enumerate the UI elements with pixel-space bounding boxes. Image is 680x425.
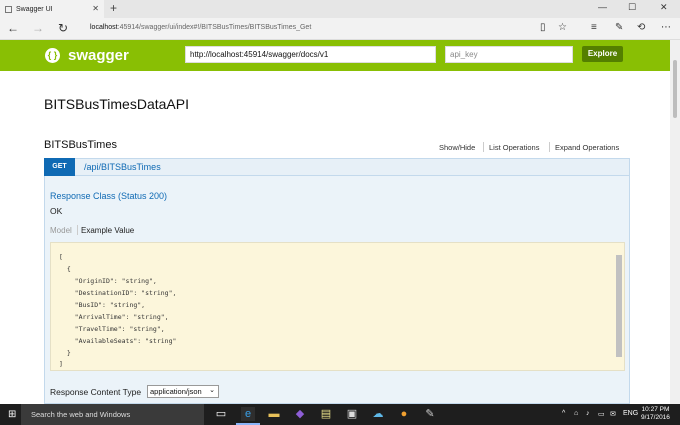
- snippet-scrollbar-thumb[interactable]: [616, 255, 622, 357]
- taskbar-search-box[interactable]: Search the web and Windows: [21, 404, 204, 425]
- more-icon[interactable]: ⋯: [661, 22, 671, 33]
- maximize-button[interactable]: ☐: [628, 2, 636, 13]
- api-title: BITSBusTimesDataAPI: [44, 96, 189, 112]
- response-status-text: OK: [50, 206, 63, 216]
- resource-name[interactable]: BITSBusTimes: [44, 139, 117, 151]
- windows-start-icon[interactable]: ⊞: [8, 409, 16, 420]
- code-line: "AvailableSeats": "string": [59, 337, 177, 345]
- refresh-icon[interactable]: ↻: [58, 21, 68, 35]
- task-view-icon[interactable]: ▭: [214, 407, 228, 421]
- hub-icon[interactable]: ≡: [591, 22, 597, 33]
- tab-divider: [77, 225, 78, 235]
- example-value-tab[interactable]: Example Value: [81, 226, 134, 235]
- clock-date: 9/17/2016: [641, 414, 670, 421]
- code-line: "TravelTime": "string",: [59, 325, 165, 333]
- tool-app-icon[interactable]: ✎: [423, 407, 437, 421]
- notes-app-icon[interactable]: ▤: [319, 407, 333, 421]
- swagger-brand[interactable]: swagger: [68, 47, 129, 64]
- code-line: }: [59, 349, 71, 357]
- file-explorer-icon[interactable]: ▬: [267, 407, 281, 421]
- code-line: [: [59, 253, 63, 261]
- http-method-badge[interactable]: GET: [44, 158, 75, 176]
- page-icon: [5, 5, 12, 13]
- list-operations-link[interactable]: List Operations: [489, 143, 539, 152]
- page-scrollbar[interactable]: [670, 40, 680, 404]
- address-bar[interactable]: localhost:45914/swagger/ui/index#!/BITSB…: [90, 24, 311, 31]
- url-path: :45914/swagger/ui/index#!/BITSBusTimes/B…: [117, 24, 312, 31]
- ops-divider: [483, 142, 484, 152]
- code-line: "BusID": "string",: [59, 301, 146, 309]
- network-icon[interactable]: ⌂: [574, 410, 578, 417]
- taskbar-clock[interactable]: 10:27 PM 9/17/2016: [641, 406, 670, 422]
- web-note-icon[interactable]: ✎: [615, 22, 623, 33]
- code-line: "OriginID": "string",: [59, 277, 157, 285]
- tab-title: Swagger UI: [16, 5, 53, 13]
- close-tab-icon[interactable]: ✕: [92, 4, 99, 13]
- new-tab-button[interactable]: +: [110, 1, 117, 15]
- response-content-type-select[interactable]: application/json ⌄: [147, 385, 219, 398]
- reading-view-icon[interactable]: ▯: [540, 22, 546, 33]
- model-tab[interactable]: Model: [50, 226, 72, 235]
- firefox-icon[interactable]: ●: [397, 407, 411, 421]
- code-line: ]: [59, 360, 63, 368]
- api-key-input[interactable]: api_key: [445, 46, 573, 63]
- tray-chevron-icon[interactable]: ^: [562, 410, 565, 417]
- operation-path[interactable]: /api/BITSBusTimes: [84, 162, 161, 172]
- snippet-scrollbar[interactable]: [616, 247, 622, 367]
- edge-browser-icon[interactable]: e: [241, 407, 255, 421]
- code-line: "ArrivalTime": "string",: [59, 313, 169, 321]
- minimize-button[interactable]: —: [598, 2, 607, 12]
- windows-taskbar: ⊞ Search the web and Windows ▭ e ▬ ◆ ▤ ▣…: [0, 404, 680, 425]
- language-indicator[interactable]: ENG: [623, 410, 638, 417]
- browser-tab[interactable]: Swagger UI ✕: [0, 0, 104, 18]
- example-value-snippet[interactable]: [ { "OriginID": "string", "DestinationID…: [50, 242, 625, 371]
- clock-time: 10:27 PM: [641, 406, 670, 413]
- ops-divider: [549, 142, 550, 152]
- spec-url-input[interactable]: http://localhost:45914/swagger/docs/v1: [185, 46, 436, 63]
- explore-button[interactable]: Explore: [582, 46, 623, 62]
- message-icon[interactable]: ✉: [610, 410, 616, 418]
- browser-tab-strip: Swagger UI ✕ + — ☐ ✕: [0, 0, 680, 18]
- code-line: "DestinationID": "string",: [59, 289, 177, 297]
- share-icon[interactable]: ⟲: [637, 22, 645, 33]
- browser-nav-bar: ← → ↻ localhost:45914/swagger/ui/index#!…: [0, 18, 680, 40]
- battery-icon[interactable]: ▭: [598, 410, 605, 418]
- code-line: {: [59, 265, 71, 273]
- favorite-star-icon[interactable]: ☆: [558, 22, 567, 33]
- expand-operations-link[interactable]: Expand Operations: [555, 143, 619, 152]
- back-icon[interactable]: ←: [7, 21, 19, 35]
- response-content-type-label: Response Content Type: [50, 387, 142, 397]
- response-class-heading: Response Class (Status 200): [50, 191, 168, 201]
- swagger-logo-icon: { }: [45, 48, 60, 63]
- scrollbar-thumb[interactable]: [673, 60, 677, 118]
- chevron-down-icon: ⌄: [209, 387, 215, 394]
- volume-icon[interactable]: ♪: [586, 410, 590, 417]
- url-host: localhost: [90, 24, 118, 31]
- show-hide-link[interactable]: Show/Hide: [439, 143, 475, 152]
- select-value: application/json: [150, 387, 202, 396]
- network-app-icon[interactable]: ☁: [371, 407, 385, 421]
- store-icon[interactable]: ▣: [345, 407, 359, 421]
- forward-icon[interactable]: →: [32, 21, 44, 35]
- close-window-button[interactable]: ✕: [660, 2, 668, 13]
- visual-studio-icon[interactable]: ◆: [293, 407, 307, 421]
